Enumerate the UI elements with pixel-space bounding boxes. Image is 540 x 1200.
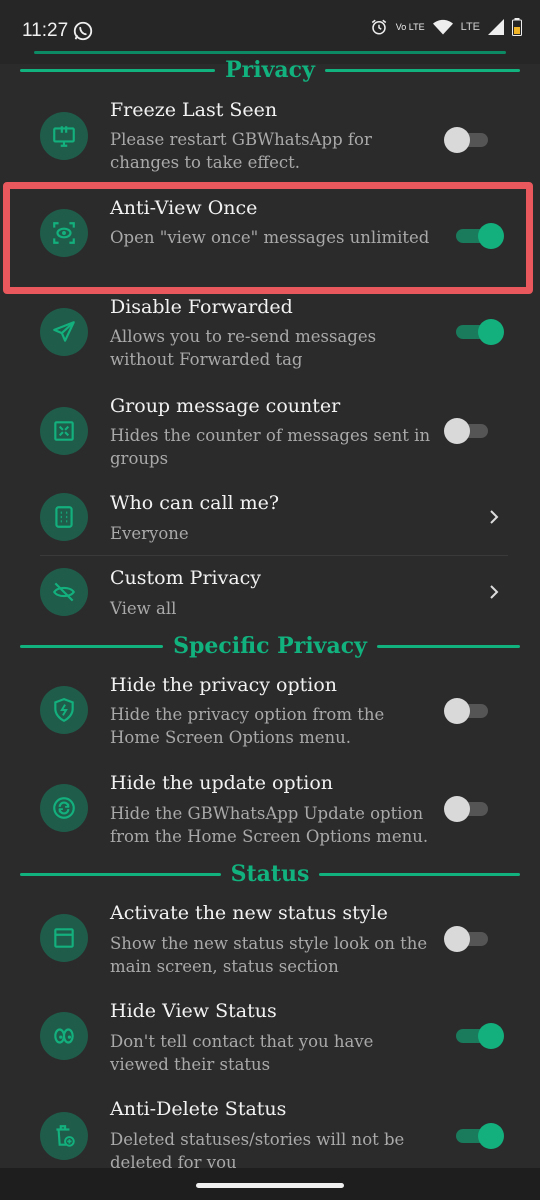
- highlight-box: [3, 182, 533, 294]
- status-time: 11:27: [22, 20, 69, 41]
- toggle-switch[interactable]: [444, 796, 488, 822]
- divider: [40, 555, 508, 556]
- setting-subtitle: Show the new status style look on the ma…: [110, 934, 428, 976]
- toggle-switch[interactable]: [444, 926, 488, 952]
- section-title: Privacy: [225, 57, 315, 83]
- setting-title: Hide the update option: [110, 772, 334, 794]
- section-header-status: Status: [20, 857, 521, 891]
- setting-hide-privacy-option[interactable]: Hide the privacy option Hide the privacy…: [0, 672, 540, 764]
- window-icon: [40, 914, 88, 962]
- counter-box-icon: [40, 407, 88, 455]
- toggle-switch[interactable]: [456, 1023, 504, 1049]
- setting-hide-view-status[interactable]: Hide View Status Don't tell contact that…: [0, 998, 540, 1090]
- setting-subtitle: Hide the privacy option from the Home Sc…: [110, 705, 385, 747]
- setting-disable-forwarded[interactable]: Disable Forwarded Allows you to re-send …: [0, 293, 540, 385]
- setting-freeze-last-seen[interactable]: Freeze Last Seen Please restart GBWhatsA…: [0, 95, 540, 187]
- toggle-switch[interactable]: [456, 319, 504, 345]
- whatsapp-icon: [73, 21, 93, 41]
- setting-custom-privacy[interactable]: Custom Privacy View all: [0, 566, 540, 630]
- setting-hide-update-option[interactable]: Hide the update option Hide the GBWhatsA…: [0, 770, 540, 862]
- toggle-switch[interactable]: [456, 1123, 504, 1149]
- section-title: Specific Privacy: [173, 633, 367, 659]
- setting-title: Group message counter: [110, 395, 341, 417]
- trash-plus-icon: [40, 1112, 88, 1160]
- setting-subtitle: Hide the GBWhatsApp Update option from t…: [110, 804, 429, 846]
- eyes-icon: [40, 1012, 88, 1060]
- signal-icon: [488, 19, 504, 35]
- setting-anti-delete-status[interactable]: Anti-Delete Status Deleted statuses/stor…: [0, 1096, 540, 1172]
- send-icon: [40, 308, 88, 356]
- setting-title: Hide View Status: [110, 1000, 277, 1022]
- section-title: Status: [230, 861, 310, 887]
- setting-title: Activate the new status style: [110, 902, 388, 924]
- setting-title: Custom Privacy: [110, 567, 262, 589]
- setting-title: Anti-Delete Status: [110, 1098, 287, 1120]
- setting-subtitle: Don't tell contact that you have viewed …: [110, 1032, 374, 1074]
- chevron-right-icon: [490, 585, 499, 599]
- alarm-icon: [371, 19, 386, 35]
- setting-subtitle: Hides the counter of messages sent in gr…: [110, 426, 431, 468]
- setting-subtitle: Please restart GBWhatsApp for changes to…: [110, 130, 372, 172]
- eye-off-icon: [40, 568, 88, 616]
- home-gesture-handle[interactable]: [196, 1183, 344, 1188]
- navigation-bar: [0, 1168, 540, 1200]
- toggle-switch[interactable]: [444, 418, 488, 444]
- setting-subtitle: Allows you to re-send messages without F…: [110, 327, 377, 369]
- toggle-switch[interactable]: [444, 698, 488, 724]
- setting-subtitle: Everyone: [110, 524, 189, 543]
- setting-title: Freeze Last Seen: [110, 99, 278, 121]
- toggle-switch[interactable]: [444, 127, 488, 153]
- volte-icon: Vo LTE: [395, 21, 425, 32]
- setting-group-message-counter[interactable]: Group message counter Hides the counter …: [0, 392, 540, 484]
- network-label: LTE: [460, 21, 480, 33]
- section-header-privacy: Privacy: [20, 53, 520, 87]
- setting-who-can-call[interactable]: Who can call me? Everyone: [0, 490, 540, 554]
- refresh-icon: [40, 784, 88, 832]
- battery-icon: [512, 18, 522, 36]
- setting-subtitle: View all: [110, 599, 177, 618]
- section-header-specific-privacy: Specific Privacy: [20, 629, 520, 663]
- setting-title: Who can call me?: [110, 492, 280, 514]
- setting-new-status-style[interactable]: Activate the new status style Show the n…: [0, 900, 540, 992]
- phone-keypad-icon: [40, 493, 88, 541]
- setting-title: Hide the privacy option: [110, 674, 338, 696]
- setting-title: Disable Forwarded: [110, 296, 293, 318]
- status-icons: Vo LTE LTE: [370, 18, 522, 36]
- chevron-right-icon: [490, 510, 499, 524]
- wifi-icon: [432, 19, 453, 35]
- shield-icon: [40, 686, 88, 734]
- monitor-pin-icon: [40, 112, 88, 160]
